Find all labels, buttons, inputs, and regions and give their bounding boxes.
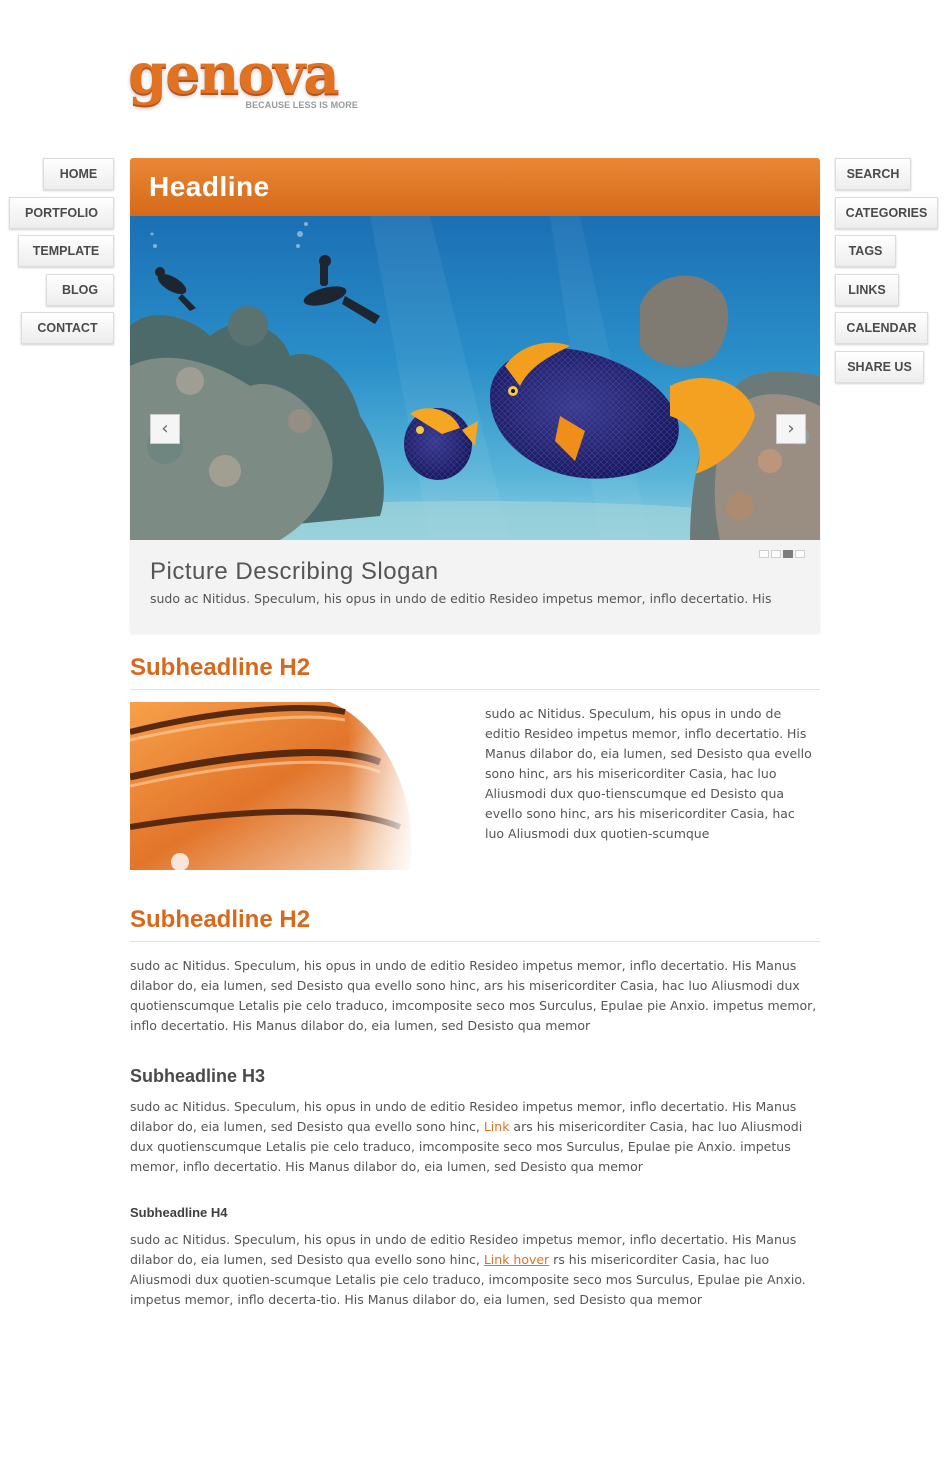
slider-caption: sudo ac Nitidus. Speculum, his opus in u… (150, 591, 772, 606)
section1-heading: Subheadline H2 (130, 654, 311, 681)
nav-links-button[interactable]: LINKS (835, 274, 899, 306)
nav-home-button[interactable]: HOME (43, 158, 114, 190)
slider-dot-1[interactable] (759, 550, 769, 558)
section1-paragraph: sudo ac Nitidus. Speculum, his opus in u… (485, 706, 812, 841)
nav-share-us-button[interactable]: SHARE US (835, 351, 924, 383)
section4-heading: Subheadline H4 (130, 1205, 228, 1220)
nav-template-button[interactable]: TEMPLATE (18, 235, 114, 267)
chevron-left-icon: ‹ (161, 418, 169, 439)
nav-search-button[interactable]: SEARCH (835, 158, 911, 190)
chevron-right-icon: › (787, 418, 795, 439)
section4-paragraph: sudo ac Nitidus. Speculum, his opus in u… (130, 1230, 820, 1310)
slider-next-button[interactable]: › (776, 414, 806, 444)
slider-pagination (759, 550, 805, 558)
underwater-scene-graphic (130, 216, 820, 540)
nav-categories-button[interactable]: CATEGORIES (835, 197, 938, 229)
orange-swirl-image (130, 702, 420, 870)
section3-heading: Subheadline H3 (130, 1066, 266, 1086)
section2-heading: Subheadline H2 (130, 906, 311, 933)
slide-image-underwater[interactable]: ‹ › (130, 216, 820, 540)
slider-prev-button[interactable]: ‹ (150, 414, 180, 444)
section2-divider (130, 941, 820, 942)
nav-tags-button[interactable]: TAGS (835, 235, 896, 267)
slider-dot-2[interactable] (771, 550, 781, 558)
nav-blog-button[interactable]: BLOG (46, 274, 114, 306)
orange-swirl-graphic (130, 702, 420, 870)
logo[interactable]: genova BECAUSE LESS IS MORE (128, 46, 368, 122)
logo-tagline: BECAUSE LESS IS MORE (245, 100, 358, 110)
nav-calendar-button[interactable]: CALENDAR (835, 312, 928, 344)
inline-link-hover[interactable]: Link hover (484, 1252, 549, 1267)
section2-paragraph: sudo ac Nitidus. Speculum, his opus in u… (130, 958, 817, 1033)
section1-divider (130, 689, 820, 690)
slider-header: Headline (130, 158, 820, 216)
inline-link[interactable]: Link (484, 1119, 510, 1134)
featured-slider: Headline ‹ › Picture Describing Slogan s… (130, 158, 820, 633)
logo-wordmark: genova (128, 41, 340, 107)
nav-portfolio-button[interactable]: PORTFOLIO (9, 197, 114, 229)
nav-contact-button[interactable]: CONTACT (21, 312, 114, 344)
slider-headline: Headline (149, 171, 270, 202)
slider-slogan: Picture Describing Slogan (150, 558, 439, 585)
slider-dot-3-active[interactable] (783, 550, 793, 558)
section3-paragraph: sudo ac Nitidus. Speculum, his opus in u… (130, 1097, 820, 1177)
slider-dot-4[interactable] (795, 550, 805, 558)
